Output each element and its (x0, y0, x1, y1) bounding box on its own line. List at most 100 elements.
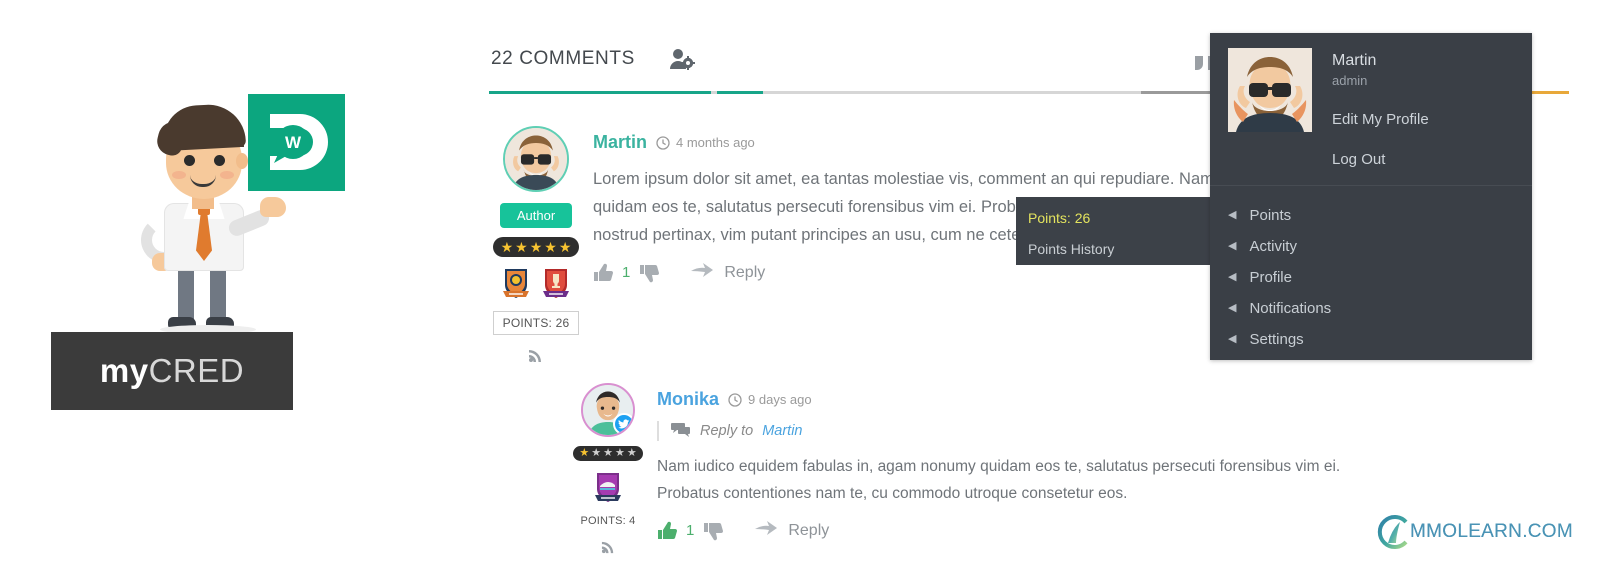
user-dropdown-menu: Martin admin Edit My Profile Log Out ◀ P… (1210, 33, 1532, 360)
reply-arrow-icon (754, 520, 778, 541)
comment-sidebar-martin: Author ★ ★ ★ ★ ★ POINTS: 26 (489, 126, 583, 363)
rss-icon[interactable] (528, 347, 544, 363)
reply-to-label: Reply to (700, 423, 754, 439)
tab-underline-comments (489, 91, 711, 94)
character-ear (236, 153, 248, 169)
character-cheek-right (220, 171, 234, 179)
rss-icon[interactable] (601, 539, 616, 554)
page-root: W myCRED 22 COMMENTS Author ★ ★ ★ ★ ★ PO… (0, 0, 1615, 575)
comment-sidebar-monika: ★ ★ ★ ★ ★ POINTS: 4 (569, 383, 647, 554)
author-badge: Author (499, 203, 573, 228)
star-icon: ★ (603, 447, 613, 459)
comment-text: Nam iudico equidem fabulas in, agam nonu… (657, 458, 1341, 502)
clock-icon (728, 392, 742, 407)
star-icon: ★ (500, 239, 514, 255)
user-role: admin (1332, 73, 1368, 88)
user-gear-icon (669, 48, 695, 75)
avatar[interactable] (503, 126, 569, 192)
chevron-left-icon: ◀ (1228, 302, 1237, 314)
star-icon: ★ (591, 447, 602, 459)
vote-count: 1 (622, 264, 631, 281)
star-icon: ★ (626, 447, 637, 459)
mycred-logo-cred: CRED (148, 352, 245, 389)
character-right-hand (260, 197, 286, 217)
mycred-logo: myCRED (51, 332, 293, 410)
points-submenu: Points: 26 Points History (1016, 197, 1210, 265)
comment-time-text: 4 months ago (676, 135, 755, 150)
menu-item-settings[interactable]: ◀ Settings (1228, 324, 1532, 355)
avatar[interactable] (1228, 48, 1312, 132)
rank-badges (593, 471, 623, 505)
reply-button[interactable]: Reply (690, 262, 765, 283)
clock-icon (656, 135, 670, 150)
rating-stars: ★ ★ ★ ★ ★ (492, 237, 580, 257)
comment-timestamp: 4 months ago (656, 135, 755, 150)
points-history-item[interactable]: Points History (1028, 238, 1210, 269)
character-eye-left (184, 155, 195, 166)
tab-comments[interactable]: 22 COMMENTS (489, 48, 637, 84)
chevron-left-icon: ◀ (1228, 240, 1237, 252)
thumbs-up-icon[interactable] (657, 521, 677, 541)
user-name: Martin (1332, 52, 1377, 69)
thumbs-down-icon[interactable] (703, 521, 724, 541)
log-out-link[interactable]: Log Out (1332, 151, 1429, 168)
menu-item-points[interactable]: ◀ Points (1228, 200, 1532, 231)
points-badge: POINTS: 26 (492, 311, 580, 335)
mmolearn-logo-icon (1374, 512, 1414, 552)
menu-item-activity[interactable]: ◀ Activity (1228, 231, 1532, 262)
edit-profile-link[interactable]: Edit My Profile (1332, 111, 1429, 128)
user-dropdown-items: ◀ Points ◀ Activity ◀ Profile ◀ Notifica… (1210, 186, 1532, 355)
star-icon: ★ (529, 239, 543, 255)
reply-arrow-icon (690, 262, 714, 283)
user-dropdown-info: Martin admin Edit My Profile Log Out (1312, 48, 1429, 168)
comment-author-name[interactable]: Monika (657, 389, 719, 410)
character-left-leg (178, 269, 194, 321)
rank-badges (501, 267, 571, 301)
twitter-icon (613, 413, 633, 435)
menu-item-label: Points (1249, 207, 1292, 224)
reply-button[interactable]: Reply (754, 520, 829, 541)
rating-stars: ★ ★ ★ ★ ★ (573, 446, 643, 461)
thumbs-down-icon[interactable] (639, 263, 660, 283)
avatar[interactable] (581, 383, 635, 437)
tab-underline-user-settings (717, 91, 763, 94)
vote-count: 1 (686, 522, 695, 539)
menu-item-label: Notifications (1249, 300, 1332, 317)
menu-item-label: Settings (1249, 331, 1304, 348)
wpdiscuz-logo-icon: W (248, 94, 345, 191)
reply-to-target[interactable]: Martin (762, 423, 802, 439)
menu-item-profile[interactable]: ◀ Profile (1228, 262, 1532, 293)
trophy-shield-badge-icon (541, 267, 571, 301)
comment-author-name[interactable]: Martin (593, 132, 647, 153)
chat-bubbles-icon (671, 421, 691, 442)
user-dropdown-header: Martin admin Edit My Profile Log Out (1210, 33, 1532, 168)
mycred-logo-my: my (99, 352, 149, 389)
star-icon: ★ (558, 239, 572, 255)
chevron-left-icon: ◀ (1228, 209, 1237, 221)
tab-user-settings[interactable] (669, 48, 695, 85)
menu-item-notifications[interactable]: ◀ Notifications (1228, 293, 1532, 324)
watermark-text: MMOLEARN.COM (1410, 521, 1573, 542)
menu-item-label: Profile (1249, 269, 1292, 286)
star-icon: ★ (614, 447, 625, 459)
reply-label: Reply (724, 263, 766, 281)
reply-label: Reply (788, 521, 830, 539)
character-cheek-left (172, 171, 186, 179)
watermark: MMOLEARN.COM (1374, 512, 1573, 552)
comment-header: Monika 9 days ago (657, 389, 1569, 410)
points-badge: POINTS: 4 (580, 515, 636, 527)
points-value-item[interactable]: Points: 26 (1028, 207, 1210, 238)
chevron-left-icon: ◀ (1228, 271, 1237, 283)
reply-to-line: Reply to Martin (657, 421, 1569, 441)
sneaker-shield-badge-icon (593, 471, 623, 505)
comment-time-text: 9 days ago (748, 392, 812, 407)
star-icon: ★ (515, 239, 528, 255)
svg-text:W: W (285, 133, 302, 152)
thumbs-up-icon[interactable] (593, 263, 613, 283)
character-right-leg (210, 269, 226, 321)
menu-item-label: Activity (1249, 238, 1297, 255)
star-icon: ★ (544, 239, 557, 255)
character-eye-right (214, 155, 225, 166)
chevron-left-icon: ◀ (1228, 333, 1237, 345)
lion-shield-badge-icon (501, 267, 531, 301)
